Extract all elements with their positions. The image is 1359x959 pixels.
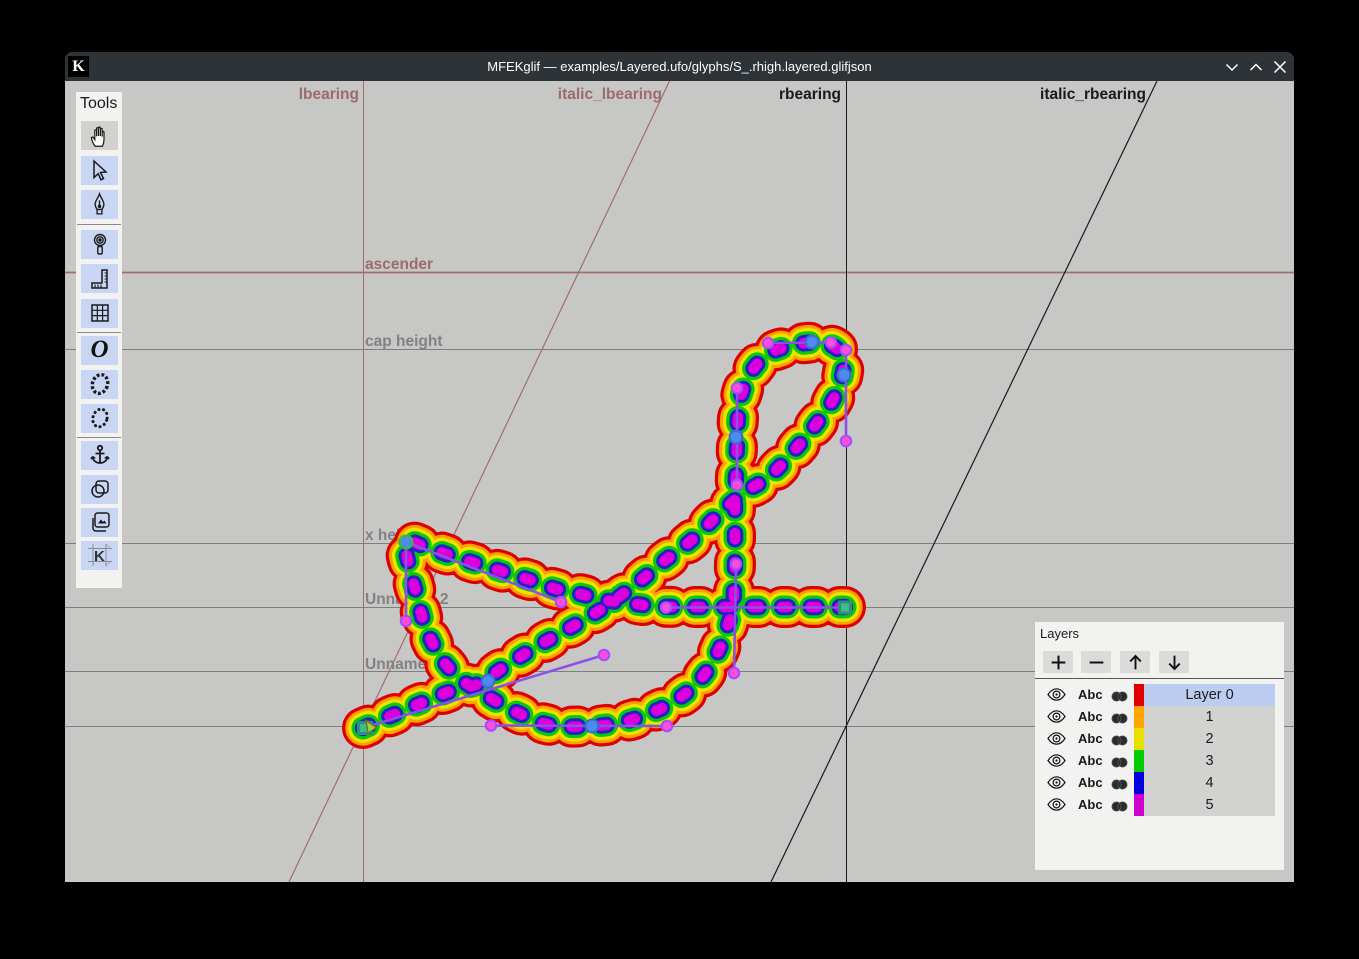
svg-text:italic_rbearing: italic_rbearing <box>1040 86 1146 103</box>
svg-text:lbearing: lbearing <box>299 86 359 103</box>
svg-text:rbearing: rbearing <box>779 86 841 103</box>
svg-text:K: K <box>94 548 105 565</box>
svg-text:cap height: cap height <box>365 333 443 350</box>
svg-text:italic_lbearing: italic_lbearing <box>558 86 662 103</box>
svg-text:ascender: ascender <box>365 256 433 273</box>
